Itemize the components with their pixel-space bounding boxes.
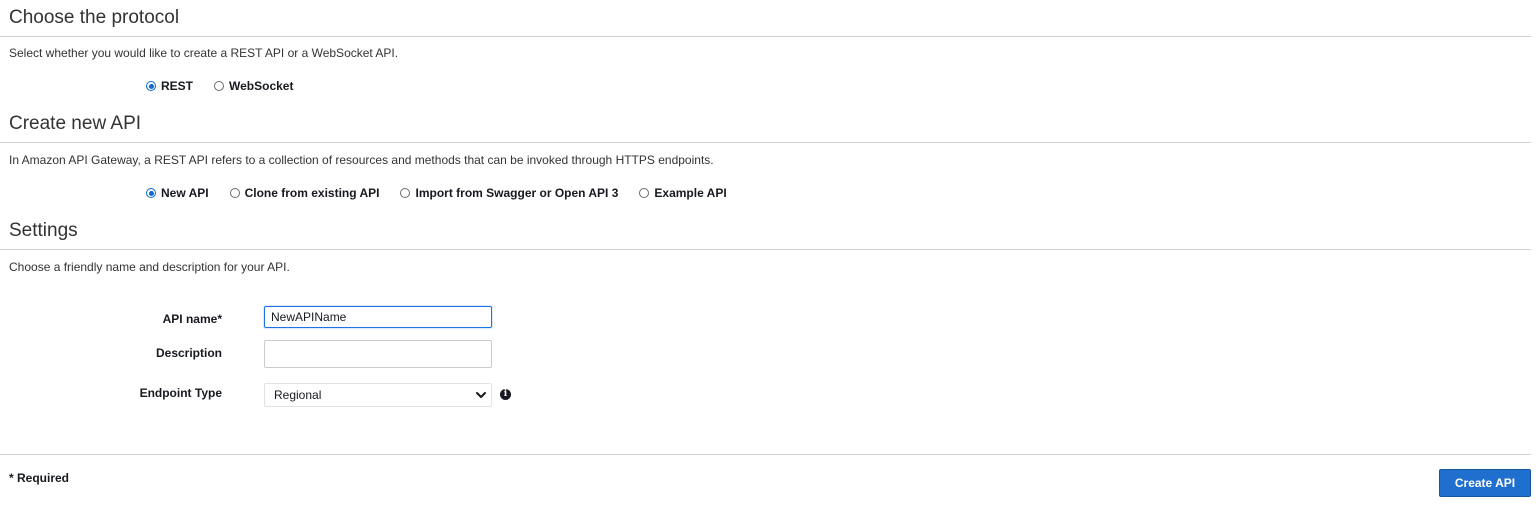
api-name-input[interactable]	[264, 306, 492, 328]
settings-section-title: Settings	[9, 220, 78, 241]
create-api-divider	[0, 142, 1531, 143]
required-note: * Required	[9, 471, 70, 485]
description-label: Description	[155, 346, 222, 360]
create-api-description: In Amazon API Gateway, a REST API refers…	[9, 153, 714, 167]
create-radio-clone-label: Clone from existing API	[244, 186, 380, 200]
radio-unchecked-icon[interactable]	[400, 188, 411, 198]
radio-checked-icon[interactable]	[146, 188, 156, 198]
protocol-radio-group: REST WebSocket	[146, 79, 314, 93]
create-radio-clone[interactable]: Clone from existing API	[229, 186, 380, 200]
radio-unchecked-icon[interactable]	[639, 188, 650, 198]
protocol-radio-websocket[interactable]: WebSocket	[214, 79, 293, 93]
endpoint-type-selected-value: Regional	[274, 388, 322, 402]
description-input[interactable]	[264, 340, 492, 368]
protocol-section-title: Choose the protocol	[9, 7, 180, 28]
footer-divider	[0, 454, 1531, 455]
create-api-button[interactable]: Create API	[1439, 469, 1531, 497]
create-api-page: Choose the protocol Select whether you w…	[0, 0, 1536, 515]
create-radio-new-api-label: New API	[161, 186, 209, 200]
api-name-label: API name*	[162, 312, 222, 326]
endpoint-type-select[interactable]: Regional	[264, 383, 492, 407]
create-radio-example[interactable]: Example API	[639, 186, 727, 200]
radio-checked-icon[interactable]	[146, 81, 156, 91]
settings-divider	[0, 249, 1531, 250]
info-icon[interactable]: i	[500, 389, 511, 400]
create-radio-import-label: Import from Swagger or Open API 3	[415, 186, 619, 200]
create-radio-import[interactable]: Import from Swagger or Open API 3	[400, 186, 618, 200]
endpoint-type-label: Endpoint Type	[139, 386, 222, 400]
protocol-radio-rest[interactable]: REST	[146, 79, 193, 93]
settings-description: Choose a friendly name and description f…	[9, 260, 290, 274]
create-radio-new-api[interactable]: New API	[146, 186, 209, 200]
radio-unchecked-icon[interactable]	[229, 188, 240, 198]
create-api-radio-group: New API Clone from existing API Import f…	[146, 186, 748, 200]
create-radio-example-label: Example API	[654, 186, 727, 200]
protocol-radio-rest-label: REST	[161, 79, 194, 93]
create-api-section-title: Create new API	[9, 113, 142, 134]
chevron-down-icon	[476, 392, 486, 398]
radio-unchecked-icon[interactable]	[214, 81, 225, 91]
protocol-divider	[0, 36, 1531, 37]
protocol-description: Select whether you would like to create …	[9, 46, 399, 60]
protocol-radio-websocket-label: WebSocket	[229, 79, 294, 93]
